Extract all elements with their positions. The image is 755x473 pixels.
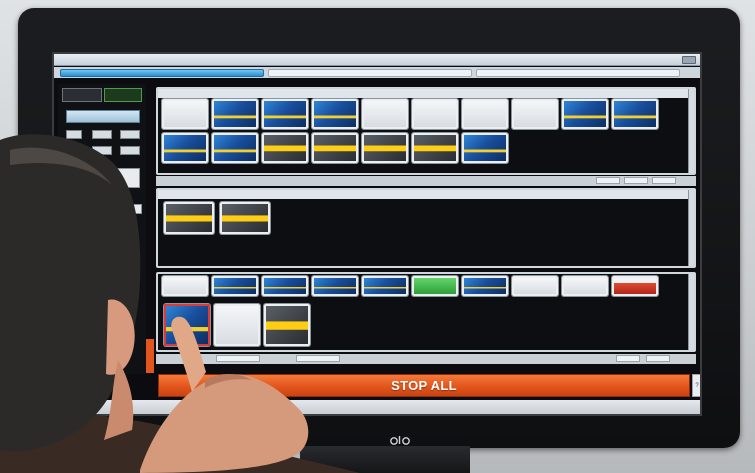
- help-button[interactable]: ?: [692, 374, 700, 397]
- clip-panel-bottom: [156, 272, 696, 352]
- panel-scrollbar[interactable]: [688, 89, 694, 173]
- clip-tile[interactable]: [212, 276, 258, 296]
- footer-control[interactable]: [296, 355, 340, 362]
- control-button[interactable]: [118, 204, 142, 214]
- panel-scrollbar[interactable]: [688, 190, 694, 266]
- clip-tile[interactable]: [312, 276, 358, 296]
- control-small-button[interactable]: [120, 146, 140, 155]
- clip-tile[interactable]: [462, 276, 508, 296]
- clip-tile[interactable]: [164, 202, 214, 234]
- clip-tile[interactable]: [562, 99, 608, 129]
- panel-header: [158, 190, 688, 199]
- clip-tile[interactable]: [612, 99, 658, 129]
- clip-tile[interactable]: [264, 304, 310, 346]
- clip-tile[interactable]: [412, 99, 458, 129]
- monitor-stand: [300, 446, 470, 473]
- panel-scrollbar[interactable]: [688, 274, 694, 350]
- control-small-button[interactable]: [66, 130, 82, 139]
- clip-tile[interactable]: [214, 304, 260, 346]
- window-titlebar: [54, 54, 700, 66]
- clip-tile[interactable]: [362, 276, 408, 296]
- control-small-button[interactable]: [66, 146, 82, 155]
- status-button[interactable]: [104, 88, 142, 102]
- panel-footer: [156, 354, 696, 364]
- footer-control[interactable]: [216, 355, 260, 362]
- stop-all-button[interactable]: STOP ALL: [158, 374, 690, 397]
- clip-tile[interactable]: [612, 276, 658, 296]
- tab-active[interactable]: [60, 69, 264, 77]
- status-strip: [54, 400, 700, 414]
- top-tab-bar: [54, 67, 700, 78]
- footer-control[interactable]: [616, 355, 640, 362]
- clip-tile[interactable]: [312, 133, 358, 163]
- clip-tile[interactable]: [562, 276, 608, 296]
- control-small-button[interactable]: [92, 130, 112, 139]
- clip-tile[interactable]: [162, 99, 208, 129]
- control-dropdown[interactable]: [66, 110, 140, 123]
- side-indicator: [146, 339, 154, 373]
- clip-tile[interactable]: [162, 276, 208, 296]
- clip-panel-middle: [156, 188, 696, 268]
- monitor-brand-logo: [390, 434, 412, 446]
- clip-panel-top: [156, 87, 696, 175]
- clip-tile[interactable]: [212, 133, 258, 163]
- elo-logo-icon: [390, 436, 410, 445]
- clip-tile[interactable]: [512, 276, 558, 296]
- control-small-button[interactable]: [92, 146, 112, 155]
- clip-tile[interactable]: [262, 133, 308, 163]
- stop-all-label: STOP ALL: [391, 378, 457, 393]
- control-small-button[interactable]: [120, 130, 140, 139]
- clip-tile[interactable]: [462, 133, 508, 163]
- window-close-button[interactable]: [682, 56, 696, 64]
- clip-tile[interactable]: [262, 99, 308, 129]
- question-mark-icon: ?: [695, 383, 699, 389]
- left-control-column: [58, 84, 146, 374]
- clip-tile[interactable]: [512, 99, 558, 129]
- clip-tile[interactable]: [412, 133, 458, 163]
- panel-footer: [156, 176, 696, 186]
- footer-control[interactable]: [646, 355, 670, 362]
- clip-tile[interactable]: [412, 276, 458, 296]
- footer-control[interactable]: [652, 177, 676, 184]
- control-button[interactable]: [102, 168, 140, 188]
- clip-tile[interactable]: [220, 202, 270, 234]
- control-button[interactable]: [62, 88, 102, 102]
- panel-header: [158, 89, 688, 98]
- clip-tile[interactable]: [162, 133, 208, 163]
- clip-tile[interactable]: [462, 99, 508, 129]
- clip-tile[interactable]: [312, 99, 358, 129]
- tab[interactable]: [476, 69, 680, 77]
- control-software-screen: STOP ALL ?: [52, 52, 702, 416]
- clip-tile[interactable]: [262, 276, 308, 296]
- footer-control[interactable]: [596, 177, 620, 184]
- footer-control[interactable]: [624, 177, 648, 184]
- clip-tile-selected[interactable]: [164, 304, 210, 346]
- tab[interactable]: [268, 69, 472, 77]
- clip-tile[interactable]: [362, 133, 408, 163]
- clip-tile[interactable]: [362, 99, 408, 129]
- clip-tile[interactable]: [212, 99, 258, 129]
